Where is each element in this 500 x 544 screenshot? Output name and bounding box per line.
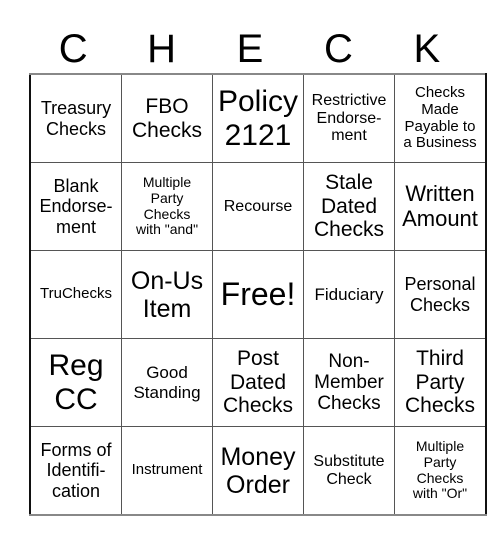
bingo-cell[interactable]: Personal Checks bbox=[394, 250, 487, 339]
bingo-cell[interactable]: Multiple Party Checks with "Or" bbox=[394, 426, 487, 516]
bingo-cell[interactable]: Substitute Check bbox=[303, 426, 395, 516]
bingo-cell[interactable]: Instrument bbox=[121, 426, 213, 516]
free-space[interactable]: Free! bbox=[212, 250, 304, 339]
bingo-row: TruChecks On-Us Item Free! Fiduciary Per… bbox=[29, 250, 487, 339]
bingo-cell[interactable]: Multiple Party Checks with "and" bbox=[121, 162, 213, 251]
bingo-cell[interactable]: Third Party Checks bbox=[394, 338, 487, 427]
bingo-cell[interactable]: Stale Dated Checks bbox=[303, 162, 395, 251]
header-letter-c: C bbox=[58, 27, 88, 71]
bingo-cell[interactable]: Good Standing bbox=[121, 338, 213, 427]
bingo-cell[interactable]: Treasury Checks bbox=[29, 73, 122, 163]
bingo-cell[interactable]: Post Dated Checks bbox=[212, 338, 304, 427]
bingo-cell[interactable]: Blank Endorse- ment bbox=[29, 162, 122, 251]
bingo-cell[interactable]: FBO Checks bbox=[121, 73, 213, 163]
bingo-cell[interactable]: On-Us Item bbox=[121, 250, 213, 339]
header-letter-k: K bbox=[413, 27, 441, 71]
bingo-cell[interactable]: Policy 2121 bbox=[212, 73, 304, 163]
bingo-cell[interactable]: Reg CC bbox=[29, 338, 122, 427]
header-letter-c2: C bbox=[323, 27, 353, 71]
bingo-cell[interactable]: Money Order bbox=[212, 426, 304, 516]
bingo-cell[interactable]: Written Amount bbox=[394, 162, 487, 251]
bingo-cell[interactable]: TruChecks bbox=[29, 250, 122, 339]
bingo-cell[interactable]: Restrictive Endorse- ment bbox=[303, 73, 395, 163]
bingo-row: Treasury Checks FBO Checks Policy 2121 R… bbox=[29, 73, 487, 163]
bingo-cell[interactable]: Forms of Identifi- cation bbox=[29, 426, 122, 516]
header-letter-h: H bbox=[147, 27, 177, 71]
header-letter-e: E bbox=[236, 27, 264, 71]
bingo-cell[interactable]: Fiduciary bbox=[303, 250, 395, 339]
bingo-cell[interactable]: Checks Made Payable to a Business bbox=[394, 73, 487, 163]
bingo-cell[interactable]: Non- Member Checks bbox=[303, 338, 395, 427]
bingo-row: Forms of Identifi- cation Instrument Mon… bbox=[29, 426, 487, 516]
bingo-header: C H E C K bbox=[29, 26, 471, 72]
bingo-cell[interactable]: Recourse bbox=[212, 162, 304, 251]
bingo-row: Blank Endorse- ment Multiple Party Check… bbox=[29, 162, 487, 251]
bingo-card: Treasury Checks FBO Checks Policy 2121 R… bbox=[29, 73, 487, 516]
bingo-row: Reg CC Good Standing Post Dated Checks N… bbox=[29, 338, 487, 427]
